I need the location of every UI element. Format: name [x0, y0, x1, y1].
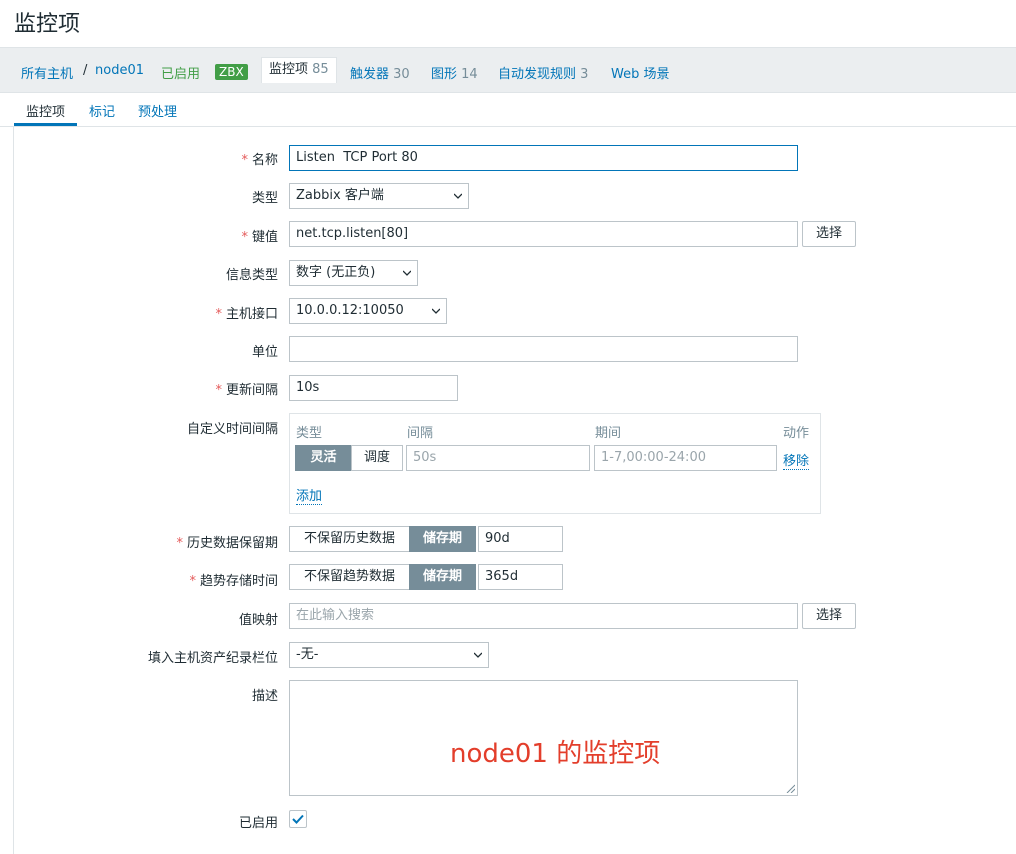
type-label: 类型 [251, 191, 278, 206]
nav-items-active[interactable]: 监控项 85 [261, 57, 337, 83]
page-title: 监控项 [14, 12, 81, 37]
remove-interval-link[interactable]: 移除 [783, 450, 810, 470]
type-value: Zabbix 客户端 [296, 188, 384, 203]
custom-intervals-table: 类型 间隔 期间 动作 灵活 调度 50s 1-7,00:00-24:00 移除… [289, 413, 821, 514]
col-period-header: 期间 [595, 426, 622, 441]
custom-intervals-label: 自定义时间间隔 [186, 422, 278, 437]
history-value: 90d [485, 531, 510, 546]
annotation-text: node01 的监控项 [450, 739, 661, 769]
interface-value: 10.0.0.12:10050 [296, 303, 404, 318]
description-label: 描述 [251, 689, 278, 704]
enabled-label: 已启用 [238, 816, 278, 831]
nav-web-scenarios[interactable]: Web 场景 [611, 63, 669, 82]
required-asterisk: * [241, 153, 248, 168]
trends-value: 365d [485, 569, 519, 584]
nav-graphs-count: 14 [461, 67, 478, 82]
breadcrumb-host[interactable]: node01 [95, 63, 144, 78]
nav-discovery-rules[interactable]: 自动发现规则 3 [498, 63, 588, 82]
nav-discovery-label: 自动发现规则 [498, 67, 577, 82]
enabled-checkbox[interactable] [289, 810, 307, 828]
breadcrumb-separator: / [83, 63, 88, 78]
chevron-down-icon [454, 193, 462, 199]
nav-triggers[interactable]: 触发器 30 [350, 63, 410, 82]
custom-period-input[interactable]: 1-7,00:00-24:00 [594, 445, 777, 471]
tab-tags[interactable]: 标记 [89, 101, 115, 120]
key-label: * 键值 [241, 230, 278, 245]
col-action-header: 动作 [783, 426, 810, 441]
history-label: * 历史数据保留期 [176, 536, 278, 551]
tab-preprocessing[interactable]: 预处理 [138, 101, 177, 120]
key-value: net.tcp.listen[80] [296, 226, 409, 241]
interface-label: * 主机接口 [215, 307, 278, 322]
history-input[interactable]: 90d [478, 526, 563, 552]
key-input[interactable]: net.tcp.listen[80] [289, 221, 798, 247]
col-type-header: 类型 [296, 426, 323, 441]
history-storage-period-toggle[interactable]: 储存期 [409, 526, 476, 552]
chevron-down-icon [403, 270, 411, 276]
required-asterisk: * [215, 307, 222, 322]
nav-triggers-label: 触发器 [350, 67, 390, 82]
type-select[interactable]: Zabbix 客户端 [289, 183, 469, 209]
breadcrumb-all-hosts[interactable]: 所有主机 [21, 63, 73, 82]
form-tabs: 监控项 标记 预处理 [0, 93, 1016, 127]
key-select-button[interactable]: 选择 [802, 221, 856, 247]
inventory-label: 填入主机资产纪录栏位 [147, 651, 278, 666]
interval-value: 10s [296, 380, 320, 395]
host-status-enabled[interactable]: 已启用 [161, 63, 200, 82]
nav-graphs[interactable]: 图形 14 [431, 63, 478, 82]
custom-interval-input[interactable]: 50s [406, 445, 590, 471]
required-asterisk: * [241, 230, 248, 245]
trends-do-not-keep-toggle[interactable]: 不保留趋势数据 [289, 564, 410, 590]
nav-graphs-label: 图形 [431, 67, 458, 82]
chevron-down-icon [432, 308, 440, 314]
units-label: 单位 [251, 345, 278, 360]
valuemap-select-button[interactable]: 选择 [802, 603, 856, 629]
zbx-availability-badge: ZBX [215, 64, 248, 80]
trends-input[interactable]: 365d [478, 564, 563, 590]
info-type-select[interactable]: 数字 (无正负) [289, 260, 418, 286]
valuemap-search-input[interactable]: 在此输入搜索 [289, 603, 798, 629]
scheduling-toggle[interactable]: 调度 [351, 445, 403, 471]
form-left-border [13, 127, 14, 854]
info-type-value: 数字 (无正负) [296, 265, 376, 280]
nav-items-count: 85 [312, 62, 329, 77]
required-asterisk: * [189, 574, 196, 589]
add-interval-link[interactable]: 添加 [296, 485, 323, 505]
required-asterisk: * [215, 383, 222, 398]
inventory-value: -无- [296, 647, 319, 662]
chevron-down-icon [474, 652, 482, 658]
nav-items-label: 监控项 [269, 62, 309, 77]
nav-triggers-count: 30 [393, 67, 410, 82]
trends-label: * 趋势存储时间 [189, 574, 278, 589]
active-tab-indicator [14, 123, 77, 126]
interval-label: * 更新间隔 [215, 383, 278, 398]
check-icon [292, 814, 304, 824]
info-type-label: 信息类型 [225, 268, 278, 283]
name-value: Listen TCP Port 80 [296, 150, 418, 165]
trends-storage-period-toggle[interactable]: 储存期 [409, 564, 476, 590]
inventory-select[interactable]: -无- [289, 642, 489, 668]
name-label: * 名称 [241, 153, 278, 168]
required-asterisk: * [176, 536, 183, 551]
tab-item[interactable]: 监控项 [26, 101, 65, 120]
nav-discovery-count: 3 [580, 67, 589, 82]
flexible-toggle[interactable]: 灵活 [295, 445, 352, 471]
col-interval-header: 间隔 [407, 426, 434, 441]
interval-input[interactable]: 10s [289, 375, 458, 401]
name-input[interactable]: Listen TCP Port 80 [289, 145, 798, 171]
history-do-not-keep-toggle[interactable]: 不保留历史数据 [289, 526, 410, 552]
host-navigation-bar: 所有主机 / node01 已启用 ZBX 监控项 85 触发器 30 图形 1… [0, 47, 1016, 93]
units-input[interactable] [289, 336, 798, 362]
valuemap-label: 值映射 [238, 613, 278, 628]
interface-select[interactable]: 10.0.0.12:10050 [289, 298, 447, 324]
resize-grip-icon[interactable] [785, 783, 795, 793]
